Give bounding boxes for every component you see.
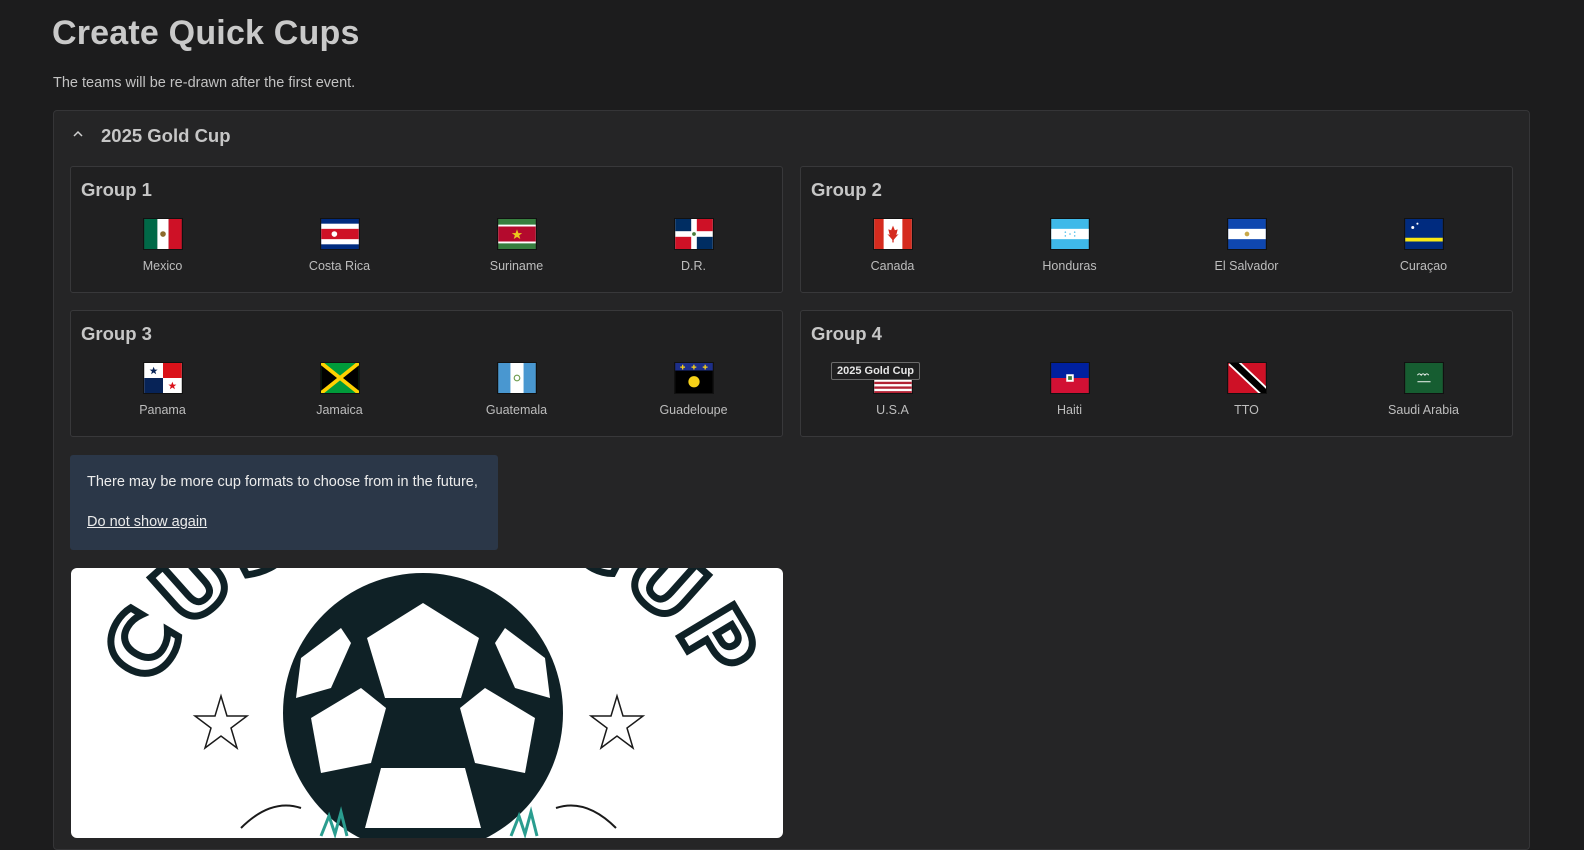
page-title: Create Quick Cups xyxy=(52,14,360,52)
svg-text:✚: ✚ xyxy=(702,364,708,372)
team-el-salvador[interactable]: El Salvador xyxy=(1158,218,1335,273)
curacao-flag-icon xyxy=(1403,218,1444,250)
team-name: Curaçao xyxy=(1399,259,1448,273)
team-name: Panama xyxy=(139,403,186,417)
group-title: Group 4 xyxy=(811,323,882,344)
svg-text:✚: ✚ xyxy=(691,364,697,372)
mexico-flag-icon xyxy=(142,218,183,250)
team-canada[interactable]: Canada xyxy=(804,218,981,273)
team-curacao[interactable]: Curaçao xyxy=(1335,218,1512,273)
team-name: Saudi Arabia xyxy=(1388,403,1459,417)
team-name: D.R. xyxy=(681,259,706,273)
team-name: U.S.A xyxy=(876,403,909,417)
haiti-flag-icon xyxy=(1049,362,1090,394)
team-name: Haiti xyxy=(1056,403,1082,417)
team-guadeloupe[interactable]: ✚ ✚ ✚ Guadeloupe xyxy=(605,362,782,417)
team-guatemala[interactable]: Guatemala xyxy=(428,362,605,417)
panama-flag-icon xyxy=(142,362,183,394)
canada-flag-icon xyxy=(872,218,913,250)
group-title: Group 2 xyxy=(811,179,882,200)
notice-text: There may be more cup formats to choose … xyxy=(87,474,478,490)
dominican-republic-flag-icon xyxy=(673,218,714,250)
soccer-ball-logo-icon: CUSTOM CUP xyxy=(81,568,777,838)
group-title: Group 1 xyxy=(81,179,152,200)
group-card-1: Group 1 Mexico Costa Rica Suriname D.R. xyxy=(70,166,783,293)
tooltip: 2025 Gold Cup xyxy=(831,362,921,380)
guatemala-flag-icon xyxy=(496,362,537,394)
page-subtitle: The teams will be re-drawn after the fir… xyxy=(53,75,356,91)
team-name: Mexico xyxy=(142,259,183,273)
group-card-3: Group 3 Panama Jamaica Guatemala ✚ ✚ ✚ G… xyxy=(70,310,783,437)
team-suriname[interactable]: Suriname xyxy=(428,218,605,273)
team-haiti[interactable]: Haiti xyxy=(981,362,1158,417)
team-name: El Salvador xyxy=(1214,259,1279,273)
honduras-flag-icon xyxy=(1049,218,1090,250)
custom-cup-logo-image: CUSTOM CUP xyxy=(71,568,783,838)
suriname-flag-icon xyxy=(496,218,537,250)
team-name: Costa Rica xyxy=(308,259,371,273)
trinidad-and-tobago-flag-icon xyxy=(1226,362,1267,394)
notice-banner: There may be more cup formats to choose … xyxy=(70,455,498,550)
cup-title: 2025 Gold Cup xyxy=(101,125,231,146)
team-trinidad-and-tobago[interactable]: TTO xyxy=(1158,362,1335,417)
team-saudi-arabia[interactable]: Saudi Arabia xyxy=(1335,362,1512,417)
team-panama[interactable]: Panama xyxy=(74,362,251,417)
team-dominican-republic[interactable]: D.R. xyxy=(605,218,782,273)
costa-rica-flag-icon xyxy=(319,218,360,250)
el-salvador-flag-icon xyxy=(1226,218,1267,250)
team-honduras[interactable]: Honduras xyxy=(981,218,1158,273)
saudi-arabia-flag-icon xyxy=(1403,362,1444,394)
svg-text:✚: ✚ xyxy=(679,364,685,372)
group-card-2: Group 2 Canada Honduras El Salvador Cura… xyxy=(800,166,1513,293)
team-name: Canada xyxy=(870,259,915,273)
accordion-header-toggle[interactable]: 2025 Gold Cup xyxy=(54,111,1529,161)
team-name: TTO xyxy=(1234,403,1259,417)
team-name: Suriname xyxy=(489,259,544,273)
chevron-up-icon xyxy=(73,130,83,137)
jamaica-flag-icon xyxy=(319,362,360,394)
team-jamaica[interactable]: Jamaica xyxy=(251,362,428,417)
team-costa-rica[interactable]: Costa Rica xyxy=(251,218,428,273)
team-mexico[interactable]: Mexico xyxy=(74,218,251,273)
do-not-show-again-link[interactable]: Do not show again xyxy=(87,514,207,530)
team-name: Guatemala xyxy=(485,403,548,417)
group-title: Group 3 xyxy=(81,323,152,344)
team-name: Jamaica xyxy=(316,403,363,417)
team-name: Guadeloupe xyxy=(659,403,728,417)
team-name: Honduras xyxy=(1042,259,1097,273)
guadeloupe-flag-icon: ✚ ✚ ✚ xyxy=(673,362,714,394)
